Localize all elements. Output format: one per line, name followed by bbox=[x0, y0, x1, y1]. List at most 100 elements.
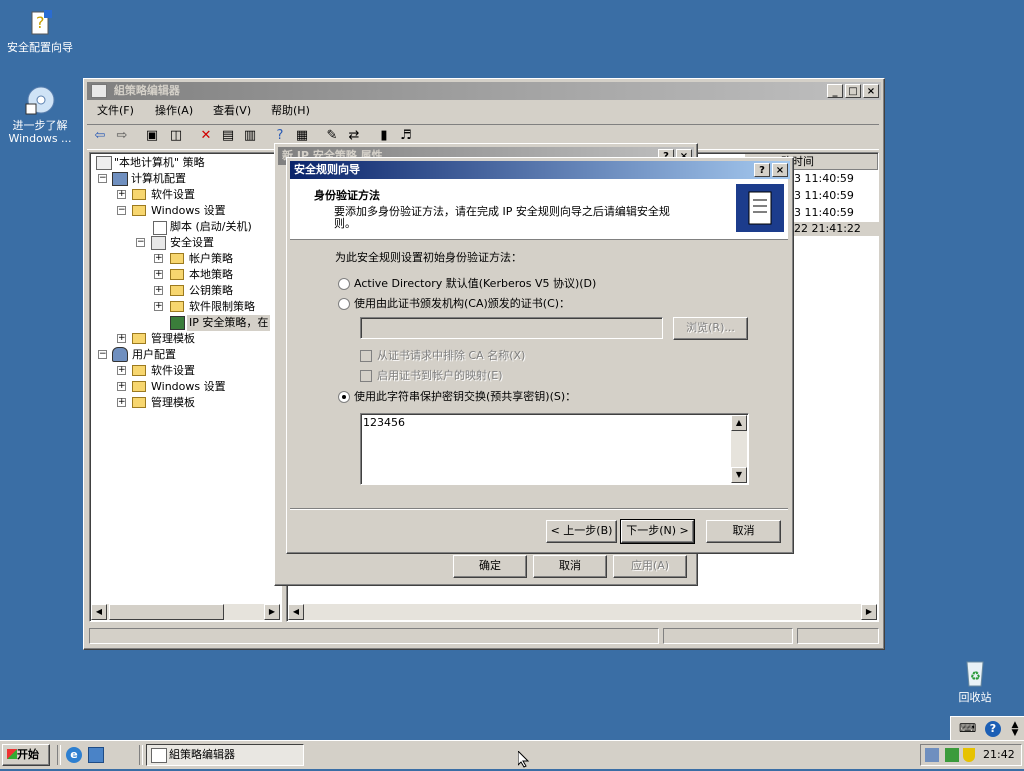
browse-button[interactable]: 浏览(R)... bbox=[673, 317, 748, 340]
scroll-right-button[interactable]: ▶ bbox=[861, 604, 877, 620]
cancel-button[interactable]: 取消 bbox=[533, 555, 607, 578]
network-status-icon[interactable] bbox=[945, 748, 959, 762]
tree-item-public-key-policies[interactable]: 公钥策略 bbox=[189, 283, 233, 299]
tree-item-user-windows-settings[interactable]: Windows 设置 bbox=[151, 379, 226, 395]
scroll-right-button[interactable]: ▶ bbox=[264, 604, 280, 620]
menu-file[interactable]: 文件(F) bbox=[97, 101, 134, 121]
export-icon[interactable]: ▥ bbox=[241, 127, 259, 145]
checkbox-exclude-ca[interactable] bbox=[360, 350, 372, 362]
list-row-time[interactable]: 3 11:40:59 bbox=[794, 206, 854, 220]
expand-icon[interactable]: + bbox=[117, 190, 126, 199]
menu-action[interactable]: 操作(A) bbox=[155, 101, 193, 121]
desktop-icon-security-wizard[interactable]: ? 安全配置向导 bbox=[0, 6, 80, 54]
radio-label[interactable]: Active Directory 默认值(Kerberos V5 协议)(D) bbox=[354, 277, 596, 291]
tree-item-ip-security[interactable]: IP 安全策略，在 bbox=[187, 315, 271, 331]
minimize-button[interactable]: _ bbox=[827, 84, 843, 98]
radio-label[interactable]: 使用此字符串保护密钥交换(预共享密钥)(S)： bbox=[354, 390, 576, 404]
gpedit-titlebar[interactable]: 組策略编辑器 _ □ × bbox=[87, 82, 881, 100]
tree-item-user-admin-templates[interactable]: 管理模板 bbox=[151, 395, 195, 411]
ok-button[interactable]: 确定 bbox=[453, 555, 527, 578]
dialog-title: 安全规则向导 bbox=[294, 163, 360, 176]
tree-item-software-settings[interactable]: 软件设置 bbox=[151, 187, 195, 203]
policy-icon bbox=[96, 156, 112, 170]
menu-view[interactable]: 查看(V) bbox=[213, 101, 251, 121]
network-icon[interactable] bbox=[925, 748, 939, 762]
help-button[interactable]: ? bbox=[754, 163, 770, 177]
expand-icon[interactable]: + bbox=[117, 366, 126, 375]
wizard-titlebar[interactable]: 安全规则向导 ? × bbox=[290, 161, 790, 179]
radio-active-directory[interactable] bbox=[338, 278, 350, 290]
radio-certificate[interactable] bbox=[338, 298, 350, 310]
expand-icon[interactable]: + bbox=[154, 270, 163, 279]
tree-item-admin-templates[interactable]: 管理模板 bbox=[151, 331, 195, 347]
scroll-left-button[interactable]: ◀ bbox=[288, 604, 304, 620]
tree-item-security-settings[interactable]: 安全设置 bbox=[170, 235, 214, 251]
desktop-icon-label: 安全配置向导 bbox=[7, 41, 73, 54]
tree-item-account-policies[interactable]: 帐户策略 bbox=[189, 251, 233, 267]
cd-icon bbox=[24, 84, 56, 116]
taskbar-gpedit-button[interactable]: 組策略编辑器 bbox=[146, 744, 304, 766]
list-row-time[interactable]: 3 11:40:59 bbox=[794, 172, 854, 186]
tree-item-user-software-settings[interactable]: 软件设置 bbox=[151, 363, 195, 379]
clock[interactable]: 21:42 bbox=[983, 748, 1015, 762]
scroll-up-button[interactable]: ▲ bbox=[731, 415, 747, 431]
updown-icon[interactable]: ▲ ▼ bbox=[1009, 721, 1021, 738]
collapse-icon[interactable]: − bbox=[136, 238, 145, 247]
scroll-thumb[interactable] bbox=[109, 604, 224, 620]
security-shield-icon[interactable] bbox=[963, 748, 975, 762]
show-tree-icon[interactable]: ◫ bbox=[167, 127, 185, 145]
up-folder-icon[interactable]: ▣ bbox=[143, 127, 161, 145]
list-hscrollbar[interactable]: ◀ ▶ bbox=[288, 604, 877, 620]
maximize-button[interactable]: □ bbox=[845, 84, 861, 98]
properties-icon[interactable]: ▤ bbox=[219, 127, 237, 145]
collapse-icon[interactable]: − bbox=[117, 206, 126, 215]
collapse-icon[interactable]: − bbox=[98, 350, 107, 359]
scroll-down-button[interactable]: ▼ bbox=[731, 467, 747, 483]
expand-icon[interactable]: + bbox=[154, 254, 163, 263]
checkbox-cert-mapping[interactable] bbox=[360, 370, 372, 382]
radio-label[interactable]: 使用由此证书颁发机构(CA)颁发的证书(C)： bbox=[354, 297, 570, 311]
menu-help[interactable]: 帮助(H) bbox=[271, 101, 310, 121]
checkbox-label[interactable]: 从证书请求中排除 CA 名称(X) bbox=[377, 349, 525, 363]
keyboard-icon[interactable]: ⌨ bbox=[959, 721, 976, 737]
ca-input[interactable] bbox=[360, 317, 663, 339]
explorer-icon[interactable] bbox=[88, 747, 104, 763]
close-button[interactable]: × bbox=[772, 163, 788, 177]
tree-item-windows-settings[interactable]: Windows 设置 bbox=[151, 203, 226, 219]
apply-button[interactable]: 应用(A) bbox=[613, 555, 687, 578]
help-icon[interactable]: ? bbox=[985, 721, 1001, 737]
list-row-time-selected[interactable]: 22 21:41:22 bbox=[792, 222, 879, 236]
ie-icon[interactable]: e bbox=[66, 747, 82, 763]
tree-item-user-config[interactable]: 用户配置 bbox=[132, 347, 176, 363]
start-button[interactable]: 开始 bbox=[2, 744, 50, 766]
scroll-left-button[interactable]: ◀ bbox=[91, 604, 107, 620]
cancel-button[interactable]: 取消 bbox=[706, 520, 781, 543]
psk-textarea[interactable]: 123456 ▲ ▼ bbox=[360, 413, 749, 485]
desktop-icon-recycle-bin[interactable]: ♻ 回收站 bbox=[935, 656, 1015, 704]
psk-vscrollbar[interactable]: ▲ ▼ bbox=[731, 415, 747, 483]
delete-icon[interactable]: ✕ bbox=[197, 127, 215, 145]
header-title: 身份验证方法 bbox=[314, 189, 380, 202]
tree-item-scripts[interactable]: 脚本 (启动/关机) bbox=[170, 219, 252, 235]
expand-icon[interactable]: + bbox=[154, 302, 163, 311]
list-row-time[interactable]: 3 11:40:59 bbox=[794, 189, 854, 203]
expand-icon[interactable]: + bbox=[117, 382, 126, 391]
tree-item-local-policies[interactable]: 本地策略 bbox=[189, 267, 233, 283]
expand-icon[interactable]: + bbox=[117, 334, 126, 343]
tree-hscrollbar[interactable]: ◀ ▶ bbox=[91, 604, 280, 620]
desktop-icon-learn-windows[interactable]: 进一步了解 Windows ... bbox=[0, 84, 80, 145]
tree-item-root[interactable]: "本地计算机" 策略 bbox=[96, 155, 205, 171]
forward-icon[interactable]: ⇨ bbox=[113, 127, 131, 145]
checkbox-label[interactable]: 启用证书到帐户的映射(E) bbox=[377, 369, 503, 383]
back-button[interactable]: < 上一步(B) bbox=[546, 520, 617, 543]
tree-item-computer-config[interactable]: 计算机配置 bbox=[112, 171, 186, 187]
collapse-icon[interactable]: − bbox=[98, 174, 107, 183]
radio-preshared-key[interactable] bbox=[338, 391, 350, 403]
expand-icon[interactable]: + bbox=[117, 398, 126, 407]
tree-item-software-restriction[interactable]: 软件限制策略 bbox=[189, 299, 255, 315]
expand-icon[interactable]: + bbox=[154, 286, 163, 295]
next-button[interactable]: 下一步(N) > bbox=[620, 519, 695, 544]
close-button[interactable]: × bbox=[863, 84, 879, 98]
svg-text:♻: ♻ bbox=[970, 669, 981, 683]
back-icon[interactable]: ⇦ bbox=[91, 127, 109, 145]
